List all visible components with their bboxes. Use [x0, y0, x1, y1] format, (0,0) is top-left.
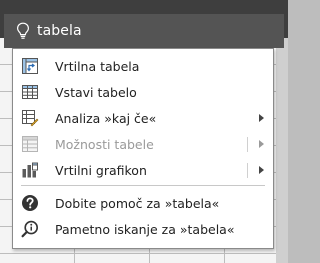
menu-item-get-help[interactable]: Dobite pomoč za »tabela« [13, 190, 273, 216]
menu-item-insert-table[interactable]: Vstavi tabelo [13, 79, 273, 105]
submenu-arrow-icon [259, 114, 264, 122]
menu-item-label: Vrtilni grafikon [55, 162, 147, 178]
lightbulb-icon [16, 22, 30, 39]
submenu-arrow-icon [259, 140, 264, 148]
menu-item-table-options[interactable]: Možnosti tabele [13, 131, 273, 157]
search-results-menu: Vrtilna tabela Vstavi tabelo Analiza »ka… [12, 48, 274, 249]
table-options-icon [22, 136, 38, 152]
search-query-text: tabela [37, 23, 82, 39]
pivot-chart-icon [22, 162, 38, 178]
menu-item-label: Pametno iskanje za »tabela« [55, 221, 235, 237]
help-icon [22, 195, 38, 211]
tell-me-search-input[interactable]: tabela [4, 14, 284, 48]
split-divider [247, 163, 248, 178]
menu-item-label: Vrtilna tabela [55, 58, 140, 74]
menu-item-label: Dobite pomoč za »tabela« [55, 195, 220, 211]
menu-item-label: Vstavi tabelo [55, 84, 137, 100]
menu-item-pivot-table[interactable]: Vrtilna tabela [13, 53, 273, 79]
smart-lookup-icon [21, 220, 38, 238]
submenu-arrow-icon [259, 166, 264, 174]
menu-divider [21, 185, 265, 186]
menu-item-label: Možnosti tabele [55, 136, 154, 152]
menu-item-smart-lookup[interactable]: Pametno iskanje za »tabela« [13, 216, 273, 242]
menu-item-label: Analiza »kaj če« [55, 110, 157, 126]
menu-item-pivot-chart[interactable]: Vrtilni grafikon [13, 157, 273, 183]
menu-item-what-if-analysis[interactable]: Analiza »kaj če« [13, 105, 273, 131]
what-if-analysis-icon [22, 110, 39, 127]
split-divider [247, 137, 248, 152]
pivot-table-icon [22, 58, 38, 74]
table-icon [22, 85, 38, 99]
